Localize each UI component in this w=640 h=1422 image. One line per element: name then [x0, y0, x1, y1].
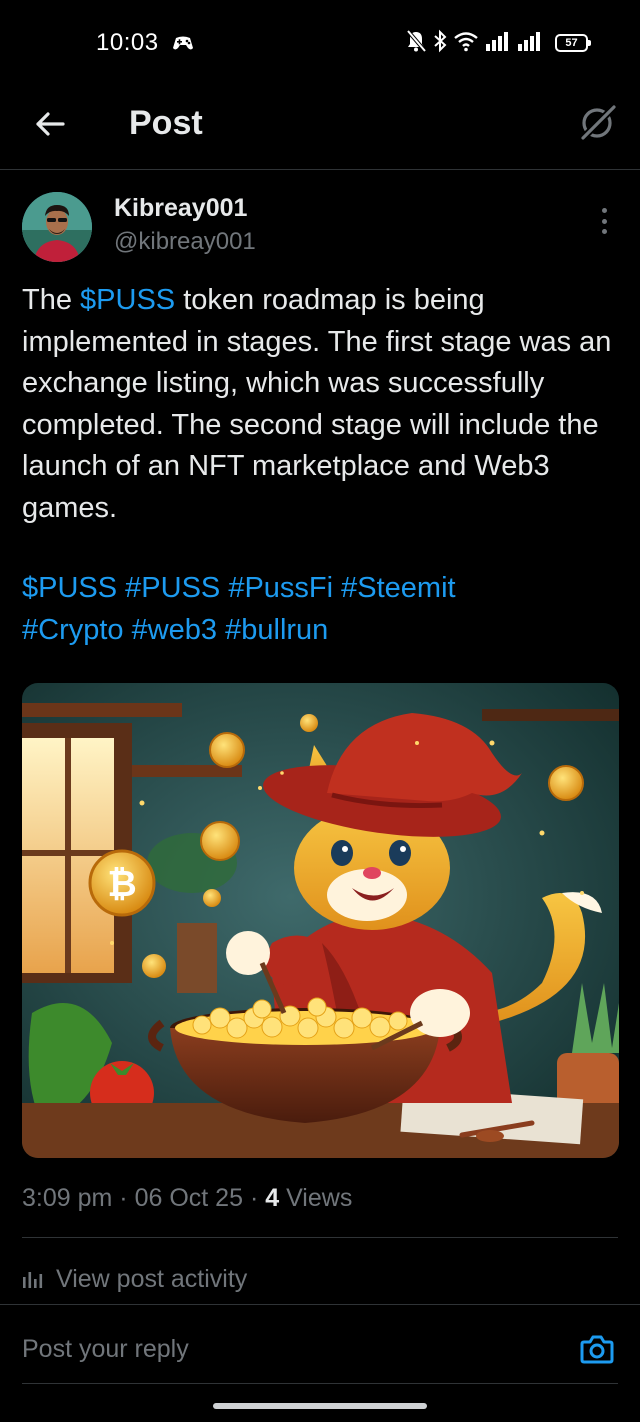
- avatar[interactable]: [22, 192, 92, 262]
- view-post-activity-button[interactable]: View post activity: [22, 1262, 247, 1296]
- author-handle[interactable]: @kibreay001: [114, 228, 256, 256]
- signal-icon: [485, 30, 511, 57]
- back-button[interactable]: [28, 102, 72, 146]
- signal-icon: [517, 30, 543, 57]
- bluetooth-icon: [433, 29, 447, 58]
- status-icons: 57: [405, 29, 591, 58]
- reply-input[interactable]: Post your reply: [22, 1335, 189, 1364]
- hashtags: $PUSS #PUSS #PussFi #Steemit #Crypto #we…: [22, 568, 622, 651]
- views-count: 4: [265, 1184, 280, 1212]
- post-meta: 3:09 pm · 06 Oct 25 · 4 Views: [22, 1184, 353, 1212]
- views-label: Views: [286, 1184, 353, 1212]
- battery-level: 57: [565, 37, 578, 49]
- analytics-icon: [23, 1272, 43, 1288]
- post-image[interactable]: ₿: [22, 683, 619, 1158]
- hashtag-line[interactable]: #Crypto #web3 #bullrun: [22, 610, 622, 652]
- cashtag-link[interactable]: $PUSS: [80, 284, 175, 316]
- top-app-bar: Post: [0, 84, 640, 170]
- divider: [22, 1383, 618, 1384]
- status-bar: 10:03 57: [0, 0, 640, 84]
- post-text: The $PUSS token roadmap is being impleme…: [22, 280, 622, 529]
- more-dots-icon: [601, 208, 607, 213]
- post-text-part: The: [22, 284, 81, 316]
- grok-button[interactable]: [576, 100, 620, 144]
- divider: [22, 1237, 618, 1238]
- back-arrow-icon: [36, 112, 65, 136]
- status-time: 10:03: [96, 29, 159, 56]
- activity-label: View post activity: [56, 1264, 248, 1293]
- author-name[interactable]: Kibreay001: [114, 194, 247, 223]
- wifi-icon: [453, 30, 479, 57]
- post-date: 06 Oct 25: [134, 1184, 243, 1212]
- game-controller-icon: [172, 33, 194, 53]
- hashtag-line[interactable]: $PUSS #PUSS #PussFi #Steemit: [22, 568, 622, 610]
- home-indicator[interactable]: [213, 1403, 427, 1409]
- battery-icon: 57: [555, 34, 591, 52]
- camera-icon: [580, 1335, 614, 1364]
- page-title: Post: [129, 104, 203, 142]
- camera-button[interactable]: [578, 1330, 616, 1368]
- post-time: 3:09 pm: [22, 1184, 113, 1212]
- post-text-part: token roadmap is being implemented in st…: [22, 284, 612, 524]
- svg-text:₿: ₿: [107, 863, 136, 904]
- more-options-button[interactable]: [592, 204, 616, 238]
- mute-bell-icon: [405, 29, 427, 58]
- grok-icon: [581, 104, 617, 140]
- divider: [0, 1304, 640, 1305]
